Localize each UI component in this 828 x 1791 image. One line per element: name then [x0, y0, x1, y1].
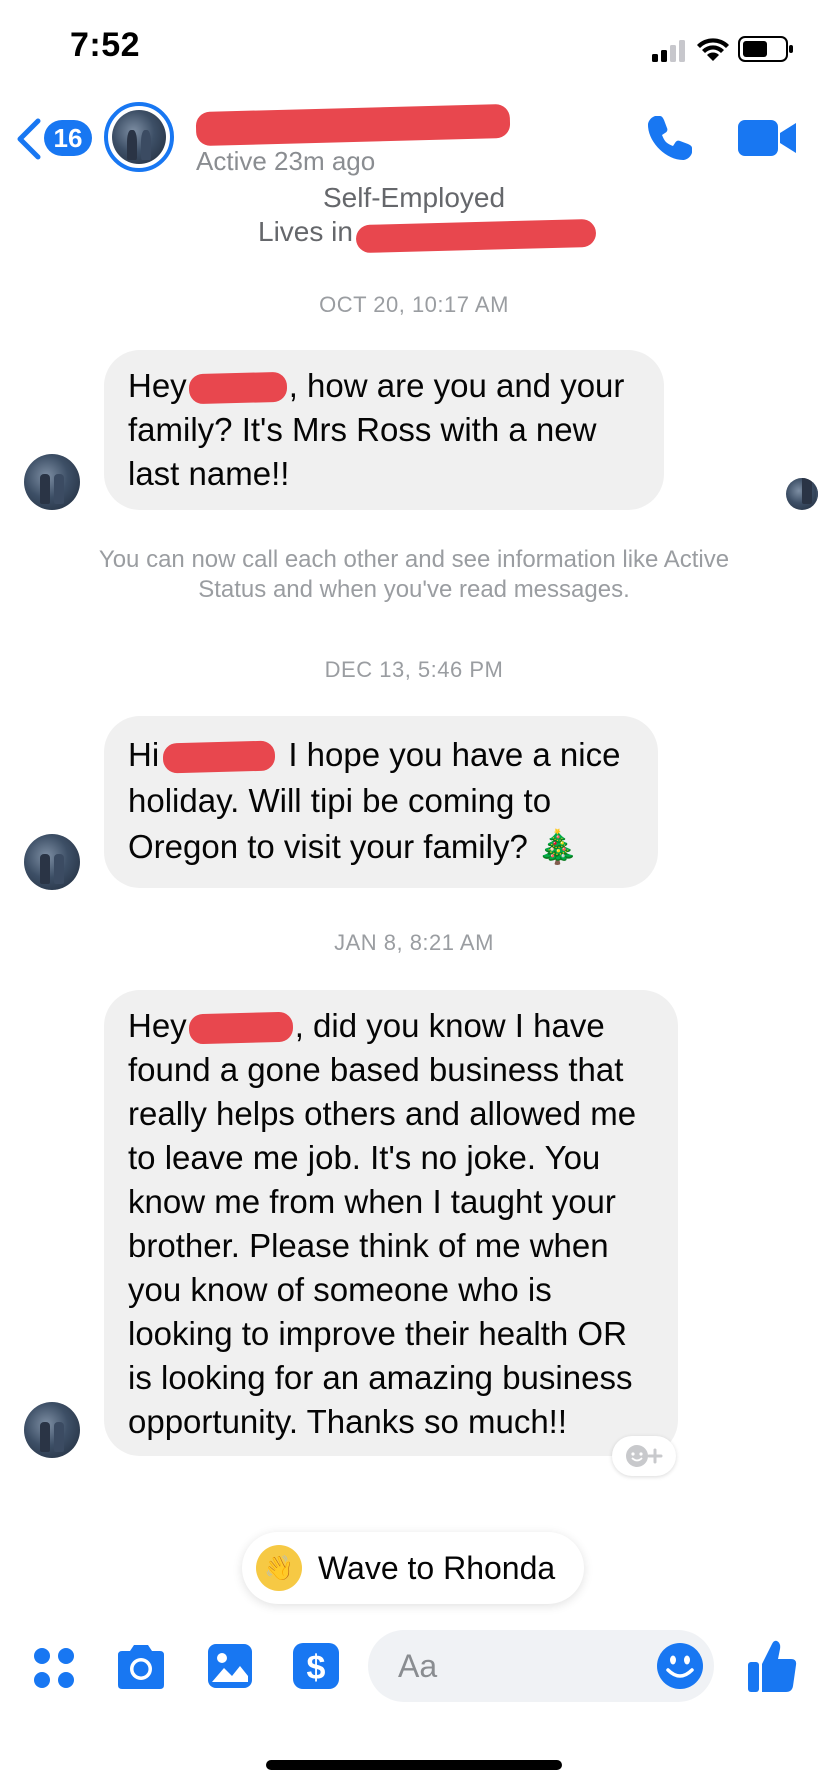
phone-icon[interactable]	[644, 112, 696, 164]
timestamp: JAN 8, 8:21 AM	[334, 930, 494, 955]
home-indicator[interactable]	[266, 1760, 562, 1770]
redacted-name	[188, 1011, 294, 1045]
timestamp: OCT 20, 10:17 AM	[319, 292, 509, 317]
wave-button[interactable]: 👋 Wave to Rhonda	[242, 1532, 584, 1604]
video-call-icon[interactable]	[738, 118, 798, 158]
battery-icon	[738, 36, 794, 62]
add-reaction-button[interactable]	[612, 1436, 676, 1476]
redacted-location	[355, 218, 597, 254]
redacted-name	[162, 740, 276, 774]
timestamp: DEC 13, 5:46 PM	[324, 657, 504, 682]
sender-avatar	[24, 1402, 80, 1458]
svg-text:$: $	[307, 1649, 326, 1687]
profile-work: Self-Employed	[322, 182, 506, 213]
active-status: Active 23m ago	[196, 146, 376, 176]
message-input-placeholder: Aa	[398, 1647, 438, 1684]
redacted-name	[188, 372, 288, 405]
contact-avatar[interactable]	[104, 102, 174, 172]
sender-avatar	[24, 454, 80, 510]
payment-icon[interactable]: $	[290, 1640, 342, 1692]
like-icon[interactable]	[744, 1636, 800, 1696]
read-receipt-avatar	[786, 478, 818, 510]
message-bubble[interactable]: Hi I hope you have a nice holiday. Will …	[104, 716, 658, 888]
add-reaction-icon	[626, 1445, 663, 1467]
wifi-icon	[696, 36, 730, 62]
waving-hand-icon: 👋	[256, 1545, 302, 1591]
status-time: 7:52	[70, 26, 141, 64]
message-bubble[interactable]: Hey, did you know I have found a gone ba…	[104, 990, 678, 1456]
info-notice: You can now call each other and see info…	[98, 546, 730, 603]
message-bubble[interactable]: Hey, how are you and your family? It's M…	[104, 350, 664, 510]
back-chevron-icon[interactable]	[14, 118, 44, 160]
profile-location: Lives in	[258, 216, 353, 247]
signal-icon	[652, 40, 688, 62]
apps-icon[interactable]	[30, 1644, 78, 1692]
unread-count-badge[interactable]: 16	[44, 120, 92, 156]
wave-button-label: Wave to Rhonda	[318, 1549, 556, 1586]
emoji-icon[interactable]	[654, 1640, 706, 1692]
sender-avatar	[24, 834, 80, 890]
gallery-icon[interactable]	[204, 1640, 256, 1692]
camera-icon[interactable]	[114, 1640, 168, 1694]
